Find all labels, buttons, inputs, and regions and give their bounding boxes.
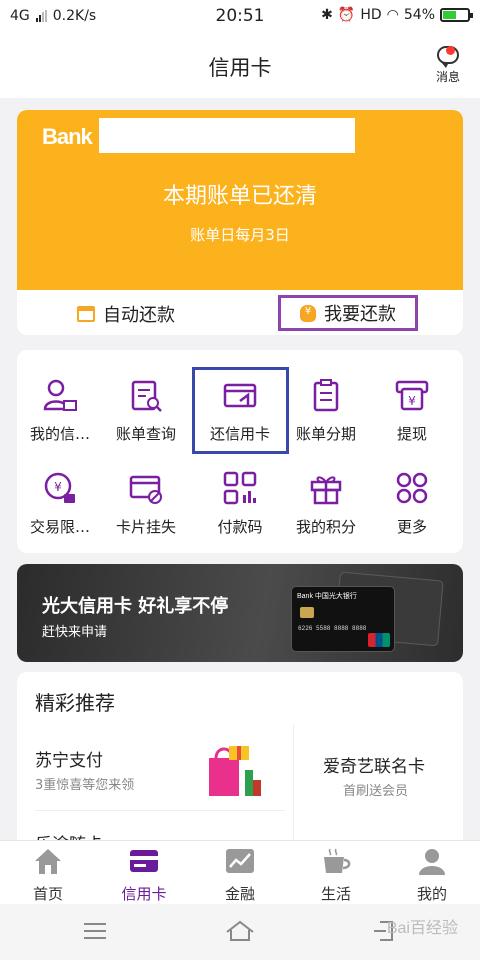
home-nav-icon[interactable] <box>225 918 255 944</box>
card-actions: 自动还款 我要还款 <box>17 290 463 335</box>
bill-installment-icon <box>313 379 339 412</box>
card-bank-name: Bank 中国光大银行 <box>297 593 357 600</box>
service-card-lost[interactable]: 卡片挂失 <box>103 470 189 537</box>
recommend-item-title[interactable]: 爱奇艺联名卡 <box>323 752 425 777</box>
bluetooth-icon: ✱ <box>321 7 333 23</box>
coffee-cup-icon <box>324 848 351 873</box>
service-payment-code[interactable]: 付款码 <box>197 470 283 537</box>
divider <box>35 810 285 811</box>
battery-icon <box>440 8 473 22</box>
battery-fill <box>443 11 456 19</box>
recommend-item-title[interactable]: 苏宁支付 <box>35 746 103 771</box>
service-bill-query[interactable]: 账单查询 <box>103 377 189 444</box>
service-transaction-limit[interactable]: ¥ 交易限… <box>17 470 103 537</box>
system-nav-bar: Bai百经验 <box>0 904 480 960</box>
service-my-points[interactable]: 我的积分 <box>283 470 369 537</box>
service-label: 我的积分 <box>295 518 356 536</box>
service-label: 账单查询 <box>115 425 176 443</box>
divider <box>293 724 294 842</box>
service-label: 交易限… <box>29 518 90 536</box>
service-withdraw[interactable]: ¥ 提现 <box>369 377 455 444</box>
tab-bar: 首页 信用卡 金融 生活 我的 <box>0 840 480 904</box>
messages-button[interactable]: 消息 <box>432 46 464 85</box>
alarm-icon: ⏰ <box>337 7 356 23</box>
finance-chart-icon <box>226 849 254 873</box>
tab-label: 首页 <box>32 885 63 903</box>
tab-label: 生活 <box>320 885 351 903</box>
tab-credit-card[interactable]: 信用卡 <box>96 847 192 904</box>
battery-percent: 54% <box>403 7 435 23</box>
billing-day: 账单日每月3日 <box>190 226 290 244</box>
banner-title: 光大信用卡 好礼享不停 <box>42 596 229 617</box>
tab-life[interactable]: 生活 <box>288 847 384 904</box>
tab-label: 金融 <box>224 885 255 903</box>
wifi-icon: ◠ <box>386 7 399 23</box>
tab-finance[interactable]: 金融 <box>192 847 288 904</box>
recommend-item-subtitle: 首刷送会员 <box>343 784 409 799</box>
svg-text:¥: ¥ <box>408 394 416 408</box>
service-label: 付款码 <box>217 518 263 536</box>
withdraw-icon: ¥ <box>395 380 429 411</box>
money-bag-icon <box>300 304 316 322</box>
user-card-icon <box>43 379 77 411</box>
payment-code-icon <box>223 471 257 505</box>
page-title: 信用卡 <box>208 56 272 80</box>
service-label: 我的信… <box>29 425 90 443</box>
repay-now-label: 我要还款 <box>324 304 396 325</box>
repay-now-button[interactable]: 我要还款 <box>278 295 418 331</box>
shopping-gift-image <box>209 746 261 796</box>
card-number: 6226 5588 8888 8888 <box>298 625 367 632</box>
recommend-item-subtitle: 3重惊喜等您来领 <box>35 778 135 793</box>
service-label: 卡片挂失 <box>115 518 176 536</box>
service-label: 账单分期 <box>295 425 356 443</box>
bank-logo: Bank <box>42 124 93 149</box>
highlight-frame <box>192 367 289 454</box>
svg-text:¥: ¥ <box>54 480 62 494</box>
service-label: 更多 <box>396 518 427 536</box>
credit-card-icon <box>130 850 158 872</box>
transaction-limit-icon: ¥ <box>44 472 75 503</box>
tab-mine[interactable]: 我的 <box>384 847 480 904</box>
services-grid: 我的信… 账单查询 还信用卡 账单分期 ¥ 提现 ¥ 交易限… 卡片挂失 付款码… <box>17 350 463 553</box>
points-gift-icon <box>310 476 342 505</box>
card-chip <box>300 607 314 618</box>
tab-home[interactable]: 首页 <box>0 847 96 904</box>
watermark: Bai百经验 <box>386 920 458 937</box>
calendar-icon <box>77 306 95 322</box>
card-lost-icon <box>129 475 162 504</box>
title-bar: 信用卡 消息 <box>0 34 480 98</box>
banner-subtitle: 赶快来申请 <box>42 625 108 640</box>
recommend-title: 精彩推荐 <box>35 691 115 715</box>
more-icon <box>396 472 428 504</box>
unionpay-logo <box>368 633 390 647</box>
credit-card-summary: Bank 本期账单已还清 账单日每月3日 自动还款 我要还款 <box>17 110 463 335</box>
chat-bubble-icon <box>437 46 459 68</box>
redacted-card-name <box>99 118 355 153</box>
person-icon <box>419 849 445 875</box>
status-right: ✱ ⏰ HD ◠ 54% <box>321 7 473 23</box>
service-label: 提现 <box>396 425 427 443</box>
hd-label: HD <box>360 7 382 23</box>
menu-icon[interactable] <box>80 918 110 944</box>
recommend-section: 精彩推荐 苏宁支付 3重惊喜等您来领 爱奇艺联名卡 首刷送会员 乐途随卡 <box>17 672 463 842</box>
home-icon <box>35 849 61 874</box>
service-bill-installment[interactable]: 账单分期 <box>283 377 369 444</box>
tab-label: 信用卡 <box>121 885 167 903</box>
messages-label: 消息 <box>435 70 460 84</box>
bill-search-icon <box>131 380 162 412</box>
service-more[interactable]: 更多 <box>369 470 455 537</box>
bill-status: 本期账单已还清 <box>162 184 317 209</box>
auto-repay-button[interactable]: 自动还款 <box>77 298 175 330</box>
auto-repay-label: 自动还款 <box>103 305 175 326</box>
service-my-card[interactable]: 我的信… <box>17 377 103 444</box>
status-bar: 4G 0.2K/s 20:51 ✱ ⏰ HD ◠ 54% <box>0 0 480 34</box>
tab-label: 我的 <box>416 885 447 903</box>
notification-dot <box>446 46 455 55</box>
card-status-panel[interactable]: Bank 本期账单已还清 账单日每月3日 <box>17 110 463 290</box>
card-image: Bank 中国光大银行 6226 5588 8888 8888 <box>291 586 395 652</box>
promo-banner[interactable]: 光大信用卡 好礼享不停 赶快来申请 Bank 中国光大银行 6226 5588 … <box>17 564 463 662</box>
